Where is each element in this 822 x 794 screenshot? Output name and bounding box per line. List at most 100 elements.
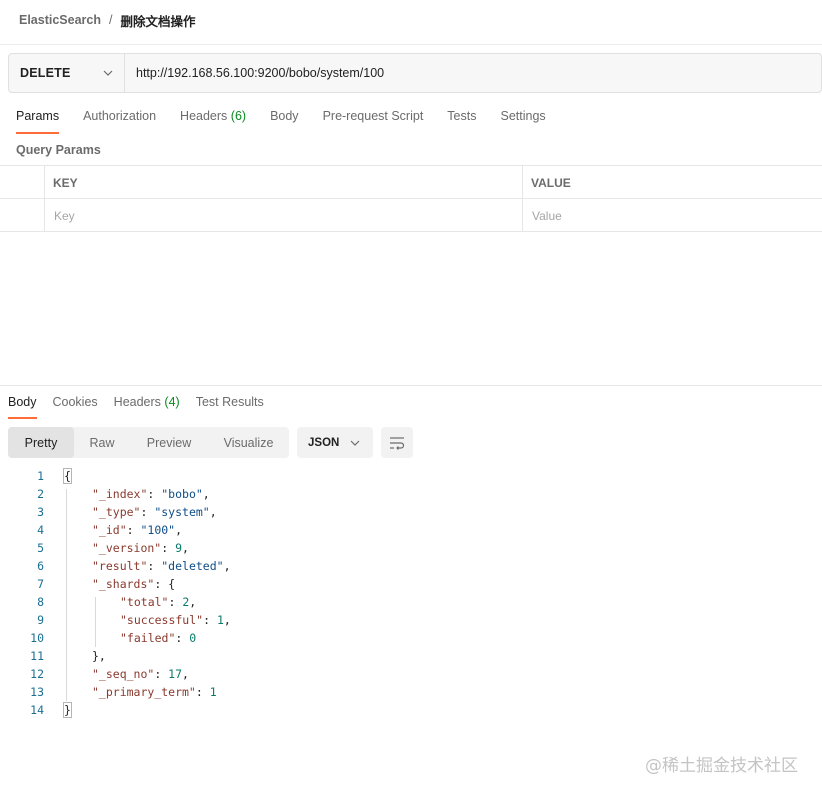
- tab-label: Settings: [500, 109, 546, 123]
- line-number: 1: [37, 469, 44, 483]
- code-line: 11},: [0, 649, 600, 667]
- view-mode-selector: Pretty Raw Preview Visualize: [8, 427, 289, 458]
- response-tabs: Body Cookies Headers (4) Test Results: [8, 395, 280, 419]
- code-token: :: [195, 685, 210, 699]
- code-line: 10 "failed": 0: [0, 631, 600, 649]
- breadcrumb-collection[interactable]: ElasticSearch: [19, 13, 101, 27]
- code-token: :: [175, 631, 190, 645]
- tab-pre-request-script[interactable]: Pre-request Script: [323, 109, 424, 133]
- code-line: 13 "_primary_term": 1: [0, 685, 600, 703]
- breadcrumb-separator: /: [109, 13, 113, 27]
- line-number: 2: [37, 487, 44, 501]
- code-token: ,: [223, 559, 231, 573]
- header-divider: [0, 44, 822, 45]
- line-number: 5: [37, 541, 44, 555]
- param-value-input[interactable]: Value: [532, 199, 812, 232]
- code-text: },: [92, 649, 106, 663]
- wrap-lines-button[interactable]: [381, 427, 413, 458]
- code-text: "_shards": {: [92, 577, 175, 591]
- response-tab-test-results[interactable]: Test Results: [196, 395, 264, 419]
- format-select[interactable]: JSON: [297, 427, 373, 458]
- param-key-input[interactable]: Key: [54, 199, 514, 232]
- code-token: ,: [175, 523, 183, 537]
- table-header-row: KEY VALUE: [0, 166, 822, 199]
- code-token: "result": [92, 559, 148, 573]
- code-token: "deleted": [161, 559, 224, 573]
- code-token: "_version": [92, 541, 162, 555]
- line-number: 12: [30, 667, 44, 681]
- column-header-value: VALUE: [531, 175, 571, 190]
- code-token: "_seq_no": [92, 667, 155, 681]
- tab-label: Cookies: [52, 395, 98, 409]
- code-token: "failed": [120, 631, 176, 645]
- line-number: 9: [37, 613, 44, 627]
- tab-settings[interactable]: Settings: [500, 109, 545, 133]
- line-number: 8: [37, 595, 44, 609]
- tab-label: Pre-request Script: [322, 109, 424, 123]
- code-line: 9 "successful": 1,: [0, 613, 600, 631]
- code-token: ,: [182, 667, 189, 681]
- tab-body[interactable]: Body: [270, 109, 299, 133]
- code-token: ,: [202, 487, 210, 501]
- view-visualize-button[interactable]: Visualize: [208, 427, 289, 458]
- code-token: :: [154, 667, 169, 681]
- code-token: ,: [223, 613, 231, 627]
- tab-label: Params: [16, 109, 60, 123]
- view-raw-button[interactable]: Raw: [74, 427, 130, 458]
- url-input[interactable]: http://192.168.56.100:9200/bobo/system/1…: [125, 66, 384, 80]
- code-line: 12 "_seq_no": 17,: [0, 667, 600, 685]
- line-number: 4: [37, 523, 44, 537]
- code-token: "_id": [92, 523, 127, 537]
- code-line: 1{: [0, 468, 600, 487]
- code-text: {: [63, 468, 72, 484]
- view-preview-button[interactable]: Preview: [130, 427, 208, 458]
- line-number: 11: [30, 649, 44, 663]
- tab-params[interactable]: Params: [16, 109, 60, 134]
- code-token: "_shards": [92, 577, 155, 591]
- code-token: "system": [154, 505, 210, 519]
- code-line: 6 "result": "deleted",: [0, 559, 600, 577]
- code-text: "_type": "system",: [92, 505, 217, 519]
- column-divider: [44, 166, 45, 232]
- tab-label: Headers: [113, 395, 161, 409]
- line-number: 14: [30, 703, 44, 717]
- view-pretty-button[interactable]: Pretty: [8, 427, 74, 458]
- code-token: "bobo": [161, 487, 203, 501]
- column-header-key: KEY: [53, 175, 78, 190]
- code-token: "successful": [120, 613, 204, 627]
- response-tab-headers[interactable]: Headers (4): [114, 395, 180, 419]
- query-params-title: Query Params: [16, 143, 101, 157]
- response-divider[interactable]: [0, 385, 822, 386]
- response-tab-body[interactable]: Body: [8, 395, 37, 419]
- code-token: "_type": [92, 505, 141, 519]
- line-number: 6: [37, 559, 44, 573]
- method-label: DELETE: [20, 66, 71, 80]
- line-number: 13: [30, 685, 44, 699]
- method-select[interactable]: DELETE: [9, 54, 125, 92]
- response-headers-count: (4): [164, 395, 180, 409]
- tab-authorization[interactable]: Authorization: [83, 109, 156, 133]
- request-name[interactable]: 删除文档操作: [120, 11, 195, 30]
- code-token: "_primary_term": [92, 685, 196, 699]
- response-tab-cookies[interactable]: Cookies: [53, 395, 98, 419]
- code-text: "_version": 9,: [92, 541, 189, 555]
- chevron-down-icon: [350, 440, 360, 446]
- code-token: "_index": [92, 487, 148, 501]
- code-token: :: [126, 523, 141, 537]
- code-line: 14}: [0, 702, 600, 721]
- tab-label: Tests: [447, 109, 477, 123]
- tab-label: Authorization: [83, 109, 157, 123]
- code-line: 3 "_type": "system",: [0, 505, 600, 523]
- code-token: ,: [182, 541, 189, 555]
- code-token: :: [161, 541, 176, 555]
- code-token: 0: [189, 631, 197, 645]
- url-bar: DELETE http://192.168.56.100:9200/bobo/s…: [8, 53, 822, 93]
- code-line: 5 "_version": 9,: [0, 541, 600, 559]
- code-text: "_id": "100",: [92, 523, 182, 537]
- tab-headers[interactable]: Headers (6): [180, 109, 246, 133]
- code-token: "100": [140, 523, 176, 537]
- code-token: :: [140, 505, 155, 519]
- tab-tests[interactable]: Tests: [447, 109, 476, 133]
- code-token: "total": [120, 595, 169, 609]
- code-token: {: [63, 468, 72, 484]
